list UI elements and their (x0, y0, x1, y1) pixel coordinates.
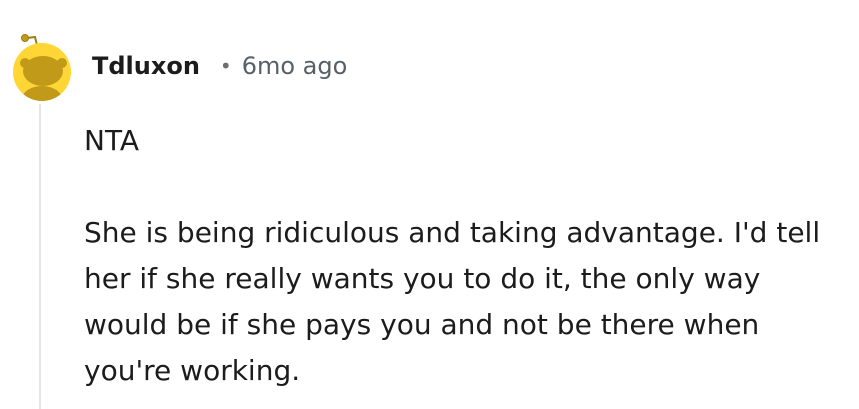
comment-body: NTA She is being ridiculous and taking a… (84, 118, 844, 394)
comment: Tdluxon • 6mo ago NTA She is being ridic… (0, 0, 859, 409)
timestamp[interactable]: 6mo ago (242, 52, 348, 80)
comment-paragraph: NTA (84, 124, 140, 157)
comment-meta: Tdluxon • 6mo ago (92, 46, 347, 86)
user-avatar[interactable] (11, 29, 73, 101)
separator-dot: • (219, 54, 232, 78)
thread-line[interactable] (39, 104, 41, 409)
comment-paragraph: She is being ridiculous and taking advan… (84, 216, 821, 387)
snoo-avatar-icon (13, 34, 71, 101)
author-name[interactable]: Tdluxon (92, 52, 200, 80)
